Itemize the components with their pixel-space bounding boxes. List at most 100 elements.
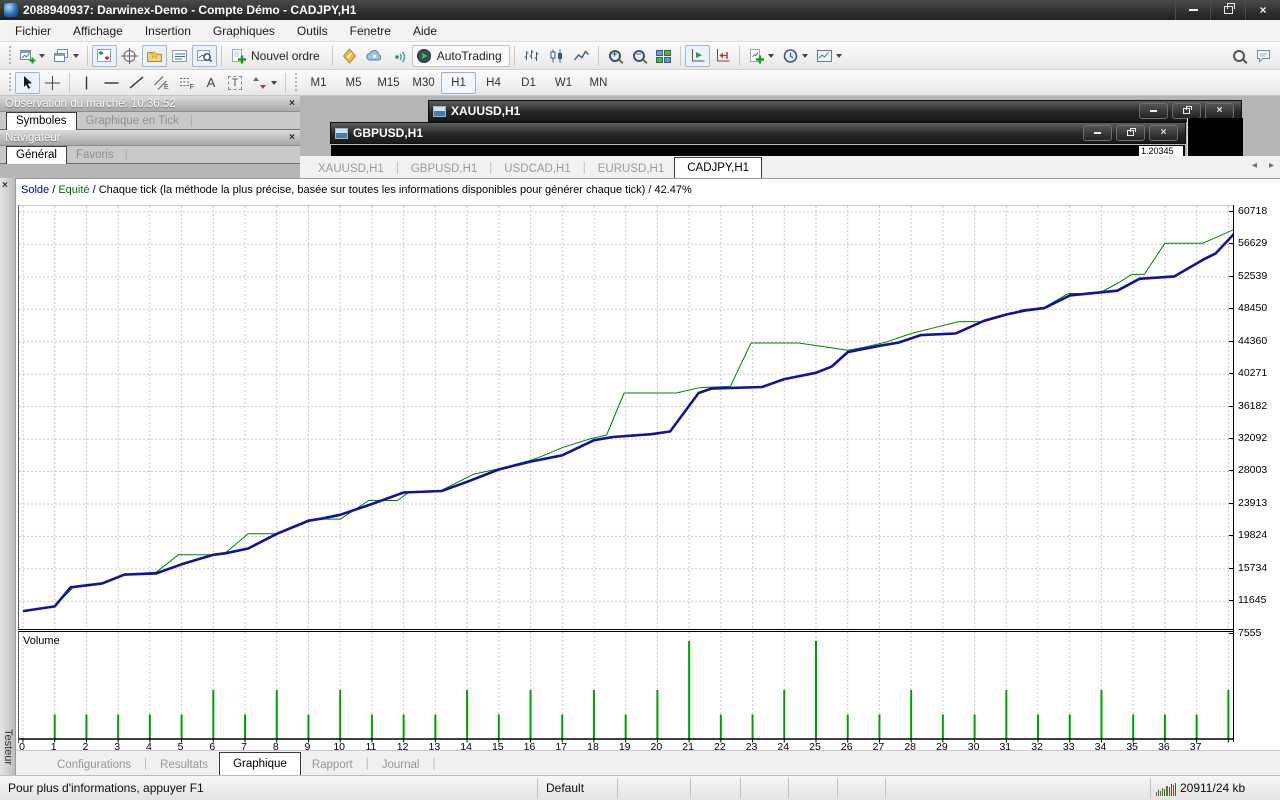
horizontal-line-button[interactable] xyxy=(99,72,124,94)
periods-button[interactable] xyxy=(778,45,812,67)
timeframe-h4[interactable]: H4 xyxy=(476,72,511,94)
timeframe-d1[interactable]: D1 xyxy=(511,72,546,94)
scroll-left-icon[interactable]: ◂ xyxy=(1252,160,1257,171)
child-window-xauusd[interactable]: XAUUSD,H1 × xyxy=(428,100,1242,122)
close-button[interactable]: × xyxy=(1149,125,1178,141)
modeling-quality: 42.47% xyxy=(655,184,692,196)
templates-button[interactable] xyxy=(812,45,846,67)
minimize-button[interactable] xyxy=(1083,125,1112,141)
new-order-button[interactable]: Nouvel ordre xyxy=(226,45,328,67)
profiles-button[interactable] xyxy=(49,45,83,67)
strategy-tester-button[interactable] xyxy=(192,45,217,67)
navigator-tab-favoris[interactable]: Favoris xyxy=(67,147,123,163)
menu-fichier[interactable]: Fichier xyxy=(4,21,62,41)
vertical-line-button[interactable] xyxy=(74,72,99,94)
navigator-tab-ge-ne-ral[interactable]: Général xyxy=(6,146,67,164)
arrows-button[interactable] xyxy=(247,72,281,94)
child-window-gbpusd[interactable]: GBPUSD,H1 × xyxy=(330,122,1186,144)
chart-tab-xauusd-h1[interactable]: XAUUSD,H1 xyxy=(308,160,394,178)
timeframe-m15[interactable]: M15 xyxy=(371,72,406,94)
market-watch-tab-graphique-en-tick[interactable]: Graphique en Tick xyxy=(77,113,188,129)
toolbar-grip[interactable] xyxy=(7,46,12,66)
menu-aide[interactable]: Aide xyxy=(402,21,448,41)
navigator-header[interactable]: Navigateur × xyxy=(0,130,300,146)
bar-chart-button[interactable] xyxy=(519,45,544,67)
market-watch-header[interactable]: Observation du marché: 10:36:52 × xyxy=(0,96,300,112)
close-button[interactable]: × xyxy=(1245,0,1280,20)
window-title: 2088940937: Darwinex-Demo - Compte Démo … xyxy=(23,3,356,17)
tab-separator: | xyxy=(123,149,130,163)
y-axis-tick xyxy=(1229,406,1233,407)
minimize-button[interactable] xyxy=(1175,0,1210,20)
signals-button[interactable] xyxy=(387,45,412,67)
market-watch-tab-symboles[interactable]: Symboles xyxy=(6,112,77,130)
text-label-button[interactable]: T xyxy=(223,72,247,94)
indicators-icon xyxy=(748,48,765,64)
timeframe-w1[interactable]: W1 xyxy=(546,72,581,94)
chart-tab-cadjpy-h1[interactable]: CADJPY,H1 xyxy=(674,157,762,178)
close-button[interactable]: × xyxy=(1205,103,1234,119)
balance-equity-plot[interactable] xyxy=(18,205,1234,630)
restore-button[interactable] xyxy=(1210,0,1245,20)
crosshair-button[interactable] xyxy=(40,72,65,94)
toolbar-grip[interactable] xyxy=(7,73,12,93)
market-watch-button[interactable] xyxy=(92,45,117,67)
timeframe-m1[interactable]: M1 xyxy=(301,72,336,94)
metaeditor-button[interactable] xyxy=(337,45,362,67)
minimize-button[interactable] xyxy=(1139,103,1168,119)
tester-tab-resultats[interactable]: Resultats xyxy=(149,755,219,775)
navigator-icon xyxy=(146,48,163,64)
autotrading-button[interactable]: AutoTrading xyxy=(412,45,510,67)
menu-affichage[interactable]: Affichage xyxy=(62,21,134,41)
y-axis-tick-label: 52539 xyxy=(1238,270,1267,282)
tester-tab-configurations[interactable]: Configurations xyxy=(46,755,142,775)
tester-tab-journal[interactable]: Journal xyxy=(371,755,431,775)
close-icon[interactable]: × xyxy=(289,98,295,109)
navigator-button[interactable] xyxy=(142,45,167,67)
zoom-in-button[interactable]: + xyxy=(603,45,627,67)
chart-shift-button[interactable] xyxy=(710,45,735,67)
tester-tab-graphique[interactable]: Graphique xyxy=(219,752,301,775)
timeframe-m30[interactable]: M30 xyxy=(406,72,441,94)
terminal-icon xyxy=(171,48,188,64)
trendline-button[interactable] xyxy=(124,72,149,94)
maximize-button[interactable] xyxy=(1172,103,1201,119)
chat-button[interactable] xyxy=(1251,45,1276,67)
chart-tab-usdcad-h1[interactable]: USDCAD,H1 xyxy=(494,160,580,178)
text-button[interactable]: A xyxy=(199,72,223,94)
timeframe-h1[interactable]: H1 xyxy=(441,72,476,94)
status-profile[interactable]: Default xyxy=(546,781,584,795)
volume-plot[interactable] xyxy=(18,631,1234,743)
cursor-button[interactable] xyxy=(15,72,40,94)
terminal-button[interactable] xyxy=(167,45,192,67)
menu-fenetre[interactable]: Fenetre xyxy=(339,21,402,41)
toolbar-grip[interactable] xyxy=(293,73,298,93)
timeframe-mn[interactable]: MN xyxy=(581,72,616,94)
auto-scroll-button[interactable] xyxy=(685,45,710,67)
menu-graphiques[interactable]: Graphiques xyxy=(202,21,286,41)
candlestick-button[interactable] xyxy=(544,45,569,67)
scroll-right-icon[interactable]: ▸ xyxy=(1269,160,1274,171)
timeframe-m5[interactable]: M5 xyxy=(336,72,371,94)
tab-separator: | xyxy=(394,162,401,178)
balance-legend-label: Solde xyxy=(21,184,49,196)
channel-button[interactable]: E xyxy=(149,72,174,94)
tile-windows-button[interactable] xyxy=(651,45,676,67)
search-button[interactable] xyxy=(1227,45,1251,67)
new-chart-button[interactable] xyxy=(15,45,49,67)
line-chart-button[interactable] xyxy=(569,45,594,67)
indicators-button[interactable] xyxy=(744,45,778,67)
menu-outils[interactable]: Outils xyxy=(286,21,339,41)
chart-tab-gbpusd-h1[interactable]: GBPUSD,H1 xyxy=(401,160,487,178)
close-icon[interactable]: × xyxy=(289,132,295,143)
zoom-out-button[interactable]: − xyxy=(627,45,651,67)
community-button[interactable] xyxy=(362,45,387,67)
menu-insertion[interactable]: Insertion xyxy=(134,21,202,41)
close-icon[interactable]: × xyxy=(2,180,8,191)
tester-tab-rapport[interactable]: Rapport xyxy=(301,755,364,775)
data-window-button[interactable] xyxy=(117,45,142,67)
chart-tab-eurusd-h1[interactable]: EURUSD,H1 xyxy=(588,160,674,178)
maximize-button[interactable] xyxy=(1116,125,1145,141)
svg-text:E: E xyxy=(164,84,169,91)
fibonacci-button[interactable]: F xyxy=(174,72,199,94)
